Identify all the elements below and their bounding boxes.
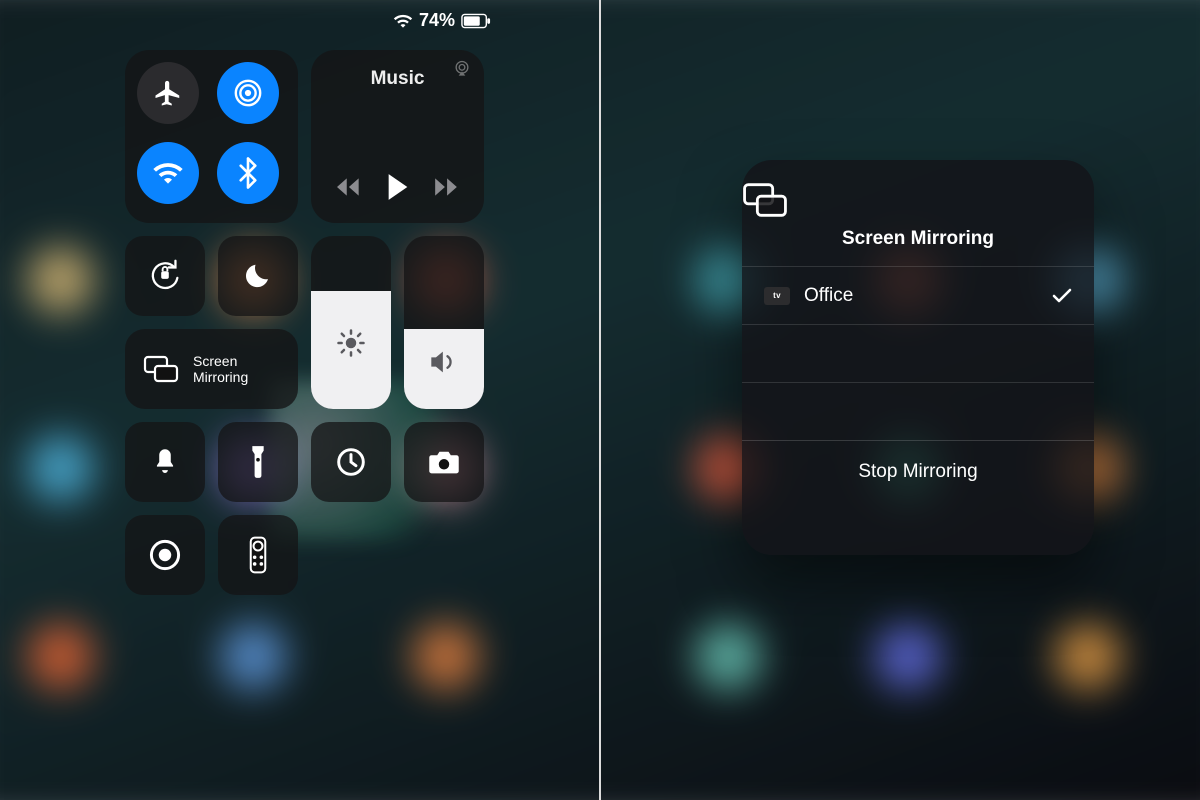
mirroring-device-slot-empty: . xyxy=(742,324,1094,382)
airplane-mode-toggle[interactable] xyxy=(137,62,199,124)
checkmark-icon xyxy=(1052,288,1072,304)
stop-mirroring-button[interactable]: Stop Mirroring xyxy=(742,440,1094,502)
control-center-pane: 74% xyxy=(0,0,600,800)
popover-header: Screen Mirroring xyxy=(742,160,1094,266)
camera-button[interactable] xyxy=(404,422,484,502)
battery-percent-label: 74% xyxy=(419,10,455,31)
battery-icon xyxy=(461,13,491,29)
status-bar: 74% xyxy=(393,10,491,31)
media-title-label: Music xyxy=(325,68,470,90)
airplay-icon[interactable] xyxy=(452,60,472,78)
do-not-disturb-toggle[interactable] xyxy=(218,236,298,316)
flashlight-button[interactable] xyxy=(218,422,298,502)
airdrop-toggle[interactable] xyxy=(217,62,279,124)
bluetooth-toggle[interactable] xyxy=(217,142,279,204)
screen-mirroring-popover: Screen Mirroring tv Office . . Stop Mirr… xyxy=(742,160,1094,555)
screen-record-button[interactable] xyxy=(125,515,205,595)
sun-icon xyxy=(336,328,366,358)
screen-mirroring-label: Screen Mirroring xyxy=(193,353,248,385)
popover-title: Screen Mirroring xyxy=(742,228,1094,250)
device-name-label: Office xyxy=(804,285,853,307)
mirroring-device-row[interactable]: tv Office xyxy=(742,266,1094,324)
screen-mirroring-button[interactable]: Screen Mirroring xyxy=(125,329,298,409)
rotation-lock-toggle[interactable] xyxy=(125,236,205,316)
apple-tv-badge-icon: tv xyxy=(764,287,790,305)
connectivity-group[interactable] xyxy=(125,50,298,223)
brightness-slider[interactable] xyxy=(311,236,391,409)
apple-tv-remote-button[interactable] xyxy=(218,515,298,595)
skip-back-icon[interactable] xyxy=(337,176,363,198)
speaker-icon xyxy=(429,348,459,376)
stop-mirroring-label: Stop Mirroring xyxy=(858,461,977,483)
volume-slider[interactable] xyxy=(404,236,484,409)
screen-mirroring-icon xyxy=(742,182,1094,218)
skip-forward-icon[interactable] xyxy=(433,176,459,198)
wifi-icon xyxy=(393,13,413,29)
screen-mirroring-popover-pane: Screen Mirroring tv Office . . Stop Mirr… xyxy=(600,0,1200,800)
play-icon[interactable] xyxy=(386,173,410,201)
control-center: 74% xyxy=(125,50,483,781)
mirroring-device-slot-empty: . xyxy=(742,382,1094,440)
wifi-toggle[interactable] xyxy=(137,142,199,204)
timer-button[interactable] xyxy=(311,422,391,502)
now-playing-tile[interactable]: Music xyxy=(311,50,484,223)
mute-toggle[interactable] xyxy=(125,422,205,502)
screen-mirroring-icon xyxy=(143,354,179,384)
